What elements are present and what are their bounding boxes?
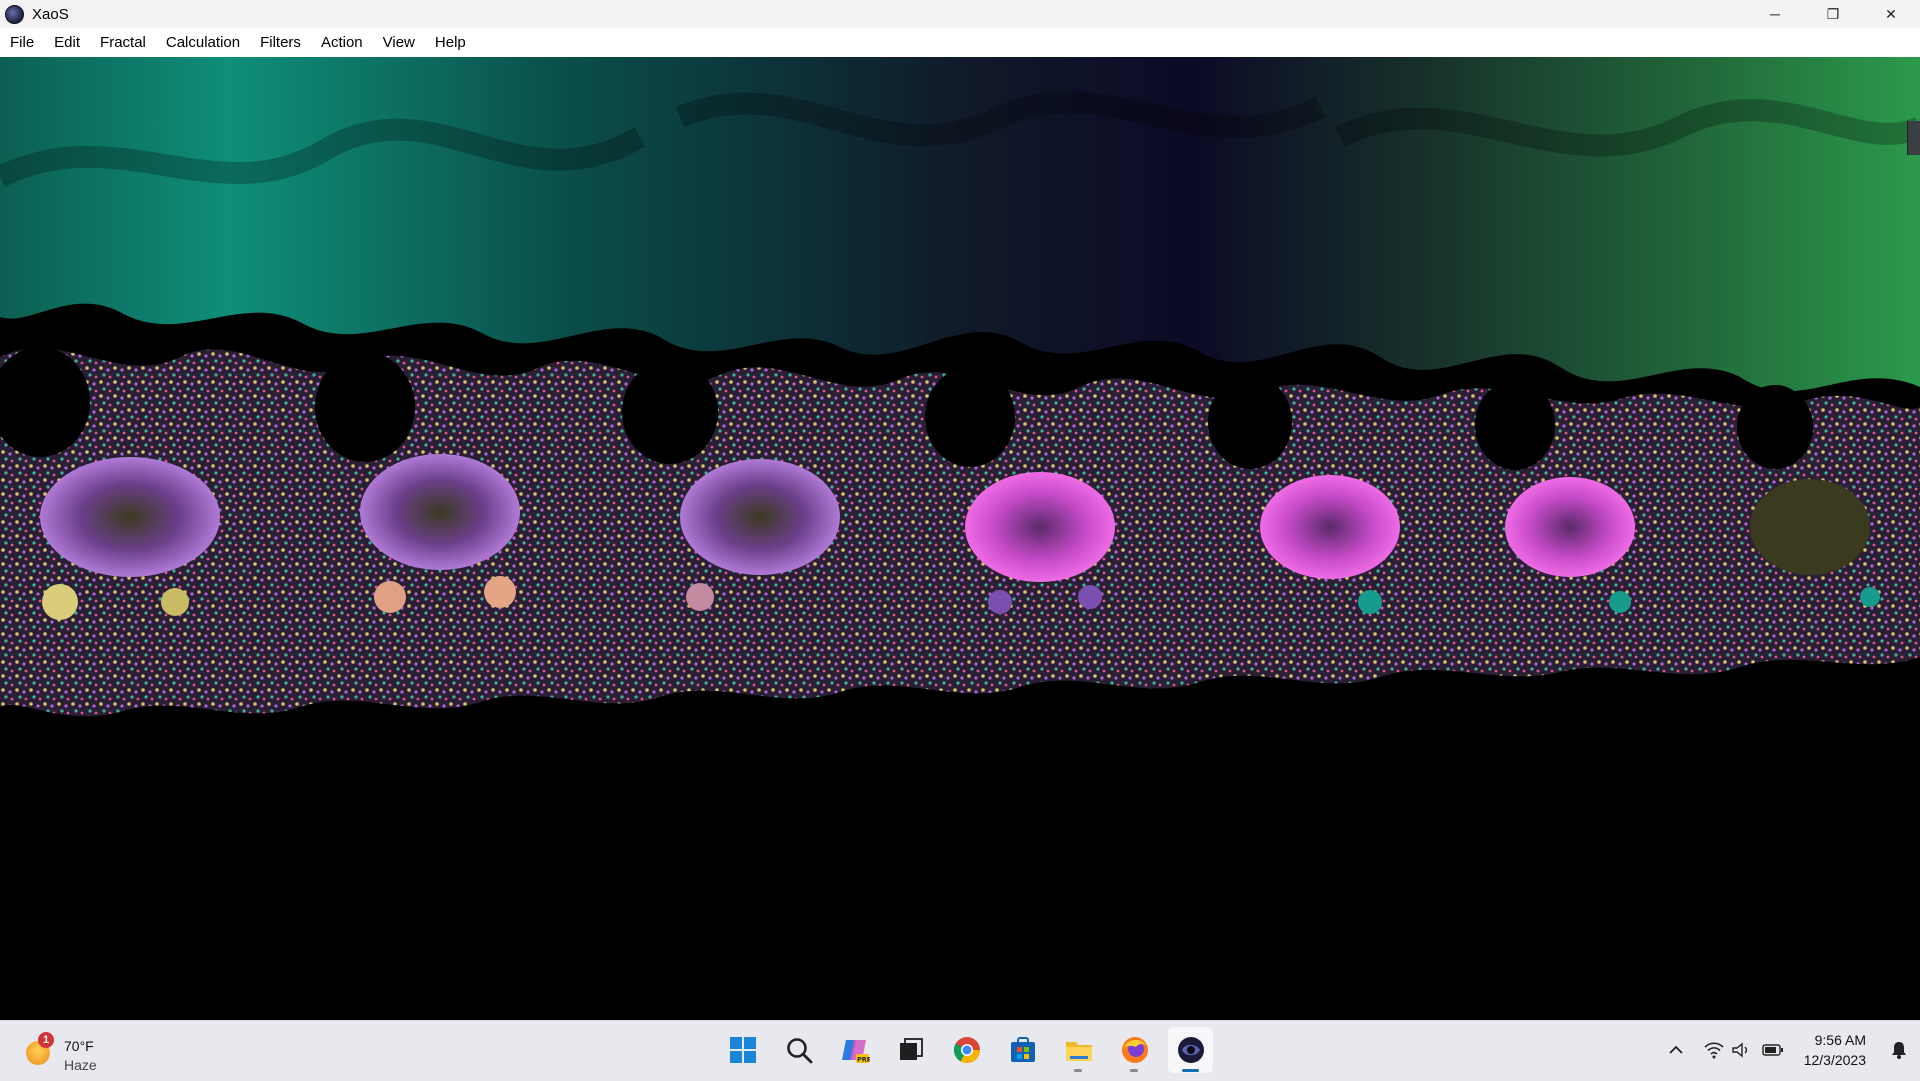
svg-text:PRE: PRE (857, 1056, 870, 1064)
firefox-button[interactable] (1112, 1027, 1157, 1073)
menu-edit[interactable]: Edit (44, 34, 90, 51)
fractal-image (0, 57, 1920, 1020)
task-view-icon (899, 1038, 923, 1060)
restore-button[interactable]: ❐ (1804, 0, 1862, 28)
file-explorer-icon (1065, 1042, 1092, 1061)
active-indicator (1182, 1069, 1199, 1072)
chevron-up-icon[interactable] (1665, 1039, 1687, 1061)
minimize-button[interactable]: ─ (1746, 0, 1804, 28)
search-button[interactable] (776, 1027, 821, 1073)
start-button[interactable] (720, 1027, 765, 1073)
start-icon (729, 1037, 756, 1063)
volume-icon[interactable] (1730, 1039, 1752, 1061)
store-icon (1010, 1037, 1035, 1062)
chrome-icon (953, 1037, 980, 1064)
close-button[interactable]: ✕ (1862, 0, 1920, 28)
chrome-button[interactable] (944, 1027, 989, 1073)
battery-icon[interactable] (1762, 1039, 1784, 1061)
menu-help[interactable]: Help (425, 34, 476, 51)
clock-time[interactable]: 9:56 AM (1815, 1032, 1866, 1048)
copilot-icon: PRE (841, 1040, 870, 1064)
menu-view[interactable]: View (373, 34, 425, 51)
weather-widget[interactable]: 1 70°F Haze (24, 1029, 144, 1073)
running-indicator (1074, 1069, 1082, 1072)
weather-badge: 1 (38, 1032, 54, 1048)
running-indicator (1130, 1069, 1138, 1072)
clock-date[interactable]: 12/3/2023 (1804, 1052, 1866, 1068)
menu-calculation[interactable]: Calculation (156, 34, 250, 51)
xaos-app-icon (5, 4, 24, 24)
system-tray: 9:56 AM 12/3/2023 (1640, 1021, 1920, 1081)
taskbar: 1 70°F Haze PRE 9:56 AM 12/3/2023 (0, 1020, 1920, 1081)
weather-desc: Haze (64, 1057, 97, 1073)
file-explorer-button[interactable] (1056, 1027, 1101, 1073)
xaos-icon (1177, 1037, 1204, 1063)
window-title: XaoS (32, 5, 69, 23)
notification-bell-icon[interactable] (1888, 1039, 1910, 1061)
search-icon (786, 1038, 812, 1064)
store-button[interactable] (1000, 1027, 1045, 1073)
menu-bar: File Edit Fractal Calculation Filters Ac… (0, 28, 1920, 57)
scroll-handle[interactable] (1907, 121, 1920, 155)
weather-temp: 70°F (64, 1038, 94, 1054)
menu-action[interactable]: Action (311, 34, 373, 51)
menu-file[interactable]: File (0, 34, 44, 51)
menu-fractal[interactable]: Fractal (90, 34, 156, 51)
menu-filters[interactable]: Filters (250, 34, 311, 51)
firefox-icon (1121, 1037, 1148, 1063)
copilot-button[interactable]: PRE (832, 1027, 877, 1073)
xaos-button[interactable] (1168, 1027, 1213, 1073)
wifi-icon[interactable] (1703, 1039, 1725, 1061)
taskbar-apps: PRE (720, 1027, 1213, 1075)
task-view-button[interactable] (888, 1027, 933, 1073)
title-bar: XaoS ─ ❐ ✕ (0, 0, 1920, 28)
fractal-canvas[interactable] (0, 57, 1920, 1020)
